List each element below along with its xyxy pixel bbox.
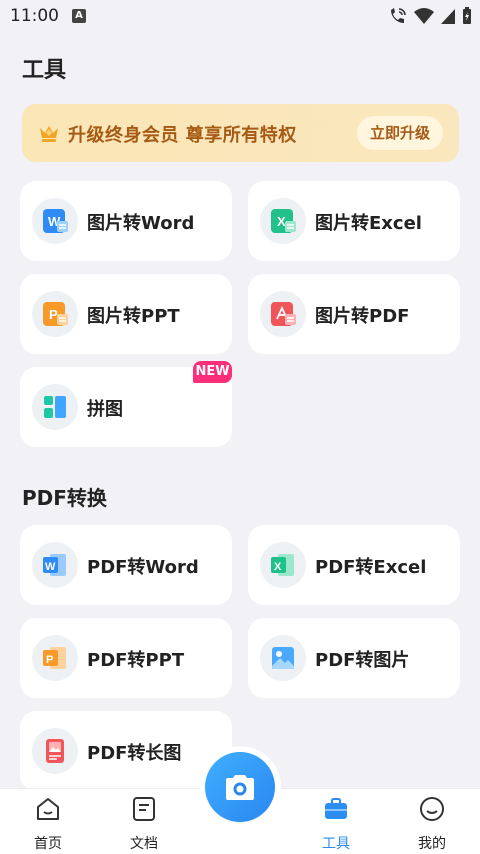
tool-card-pdf-to-image[interactable]: PDF转图片 <box>248 618 460 698</box>
nav-docs-label: 文档 <box>130 836 158 852</box>
signal-icon <box>441 9 455 24</box>
pdf-to-word-icon-bg: W <box>32 542 78 588</box>
home-icon <box>37 798 59 820</box>
status-icons <box>388 6 472 26</box>
pic-to-excel-icon-bg: X <box>260 198 306 244</box>
nav-home-label: 首页 <box>34 836 62 852</box>
tool-card-pic-to-pdf[interactable]: 图片转PDF <box>248 274 460 354</box>
pic-to-excel-label: 图片转Excel <box>315 213 422 234</box>
pdf-to-ppt-label: PDF转PPT <box>87 650 185 671</box>
nav-docs[interactable]: 文档 <box>104 795 184 853</box>
tool-card-pdf-to-excel[interactable]: X PDF转Excel <box>248 525 460 605</box>
pic-to-pdf-label: 图片转PDF <box>315 306 410 327</box>
pdf-to-ppt-icon-bg: P <box>32 635 78 681</box>
svg-text:W: W <box>45 561 56 573</box>
pdf-to-word-label: PDF转Word <box>87 557 199 578</box>
svg-text:X: X <box>277 214 286 229</box>
nav-tools-label: 工具 <box>322 836 350 852</box>
svg-text:P: P <box>49 307 58 322</box>
excel-doc-icon: X <box>271 554 294 576</box>
status-bar: 11:00 A <box>0 0 480 34</box>
tool-card-pdf-to-word[interactable]: W PDF转Word <box>20 525 232 605</box>
tools-screen: 11:00 A 工具 升级终身会员 尊享所有特权 立即升级 W 图片转Word … <box>0 0 480 854</box>
svg-text:X: X <box>274 561 282 573</box>
nav-tools[interactable]: 工具 <box>296 795 376 853</box>
profile-icon <box>420 797 444 821</box>
vip-upgrade-banner[interactable]: 升级终身会员 尊享所有特权 立即升级 <box>22 104 459 162</box>
collage-icon-bg <box>32 384 78 430</box>
page-title: 工具 <box>22 58 67 83</box>
new-badge: NEW <box>193 361 232 383</box>
tool-card-pic-to-ppt[interactable]: P 图片转PPT <box>20 274 232 354</box>
crown-icon <box>40 126 58 142</box>
nav-mine[interactable]: 我的 <box>392 795 472 853</box>
excel-image-icon: X <box>271 209 296 233</box>
pdf-image-icon <box>271 302 296 326</box>
image-doc-icon <box>272 647 294 669</box>
pdf-section-title: PDF转换 <box>22 486 107 510</box>
ppt-doc-icon: P <box>43 647 66 669</box>
pdf-to-image-icon-bg <box>260 635 306 681</box>
nav-mine-label: 我的 <box>418 836 446 852</box>
document-icon <box>133 797 155 821</box>
vip-banner-text: 升级终身会员 尊享所有特权 <box>68 125 297 146</box>
tool-card-pic-to-excel[interactable]: X 图片转Excel <box>248 181 460 261</box>
pic-to-word-label: 图片转Word <box>87 213 195 234</box>
camera-button[interactable] <box>205 752 275 822</box>
pdf-to-excel-icon-bg: X <box>260 542 306 588</box>
battery-icon <box>463 7 471 24</box>
toolbox-icon <box>325 798 347 819</box>
word-doc-icon: W <box>43 554 66 576</box>
pdf-to-image-label: PDF转图片 <box>315 650 410 671</box>
pdf-to-long-image-label: PDF转长图 <box>87 743 182 764</box>
nav-home[interactable]: 首页 <box>8 795 88 853</box>
pic-to-pdf-icon-bg <box>260 291 306 337</box>
camera-icon <box>226 775 254 800</box>
pic-to-ppt-label: 图片转PPT <box>87 306 180 327</box>
pic-to-word-icon-bg: W <box>32 198 78 244</box>
tool-card-pic-to-word[interactable]: W 图片转Word <box>20 181 232 261</box>
pdf-to-long-image-icon-bg <box>32 728 78 774</box>
pdf-to-excel-label: PDF转Excel <box>315 557 427 578</box>
collage-icon <box>44 396 66 418</box>
pic-to-ppt-icon-bg: P <box>32 291 78 337</box>
svg-text:P: P <box>46 654 53 666</box>
ppt-image-icon: P <box>43 302 68 326</box>
tool-card-pdf-to-ppt[interactable]: P PDF转PPT <box>20 618 232 698</box>
upgrade-now-button[interactable]: 立即升级 <box>357 116 443 150</box>
wifi-calling-icon <box>391 8 406 23</box>
wifi-icon <box>414 8 434 24</box>
word-image-icon: W <box>43 209 68 233</box>
notification-a-icon: A <box>72 9 86 23</box>
status-time: 11:00 <box>10 6 59 26</box>
collage-label: 拼图 <box>87 399 123 420</box>
long-image-icon <box>46 739 64 763</box>
